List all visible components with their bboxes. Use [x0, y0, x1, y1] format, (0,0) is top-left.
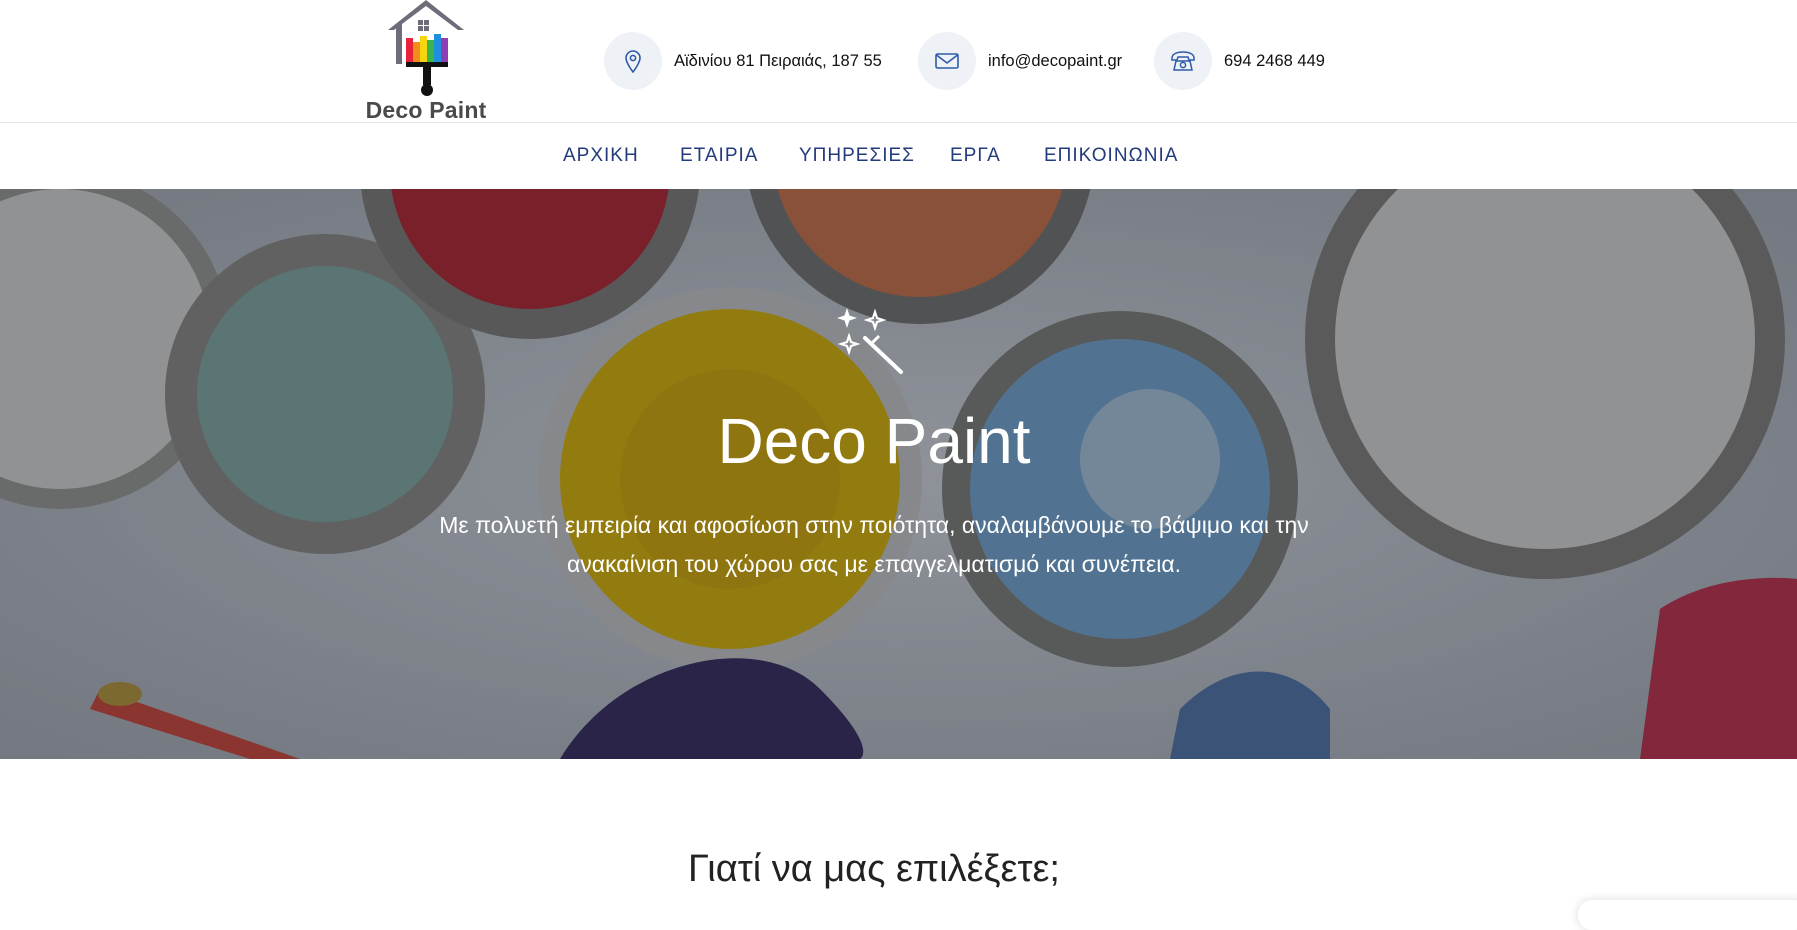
address-text: Αϊδινίου 81 Πειραιάς, 187 55 — [674, 51, 882, 70]
site-header: Deco Paint Αϊδινίου 81 Πειραιάς, 187 55 … — [0, 0, 1797, 123]
phone-text: 694 2468 449 — [1224, 51, 1325, 70]
hero-subtitle-line1: Με πολυετή εμπειρία και αφοσίωση στην πο… — [439, 512, 1309, 538]
nav-item-services[interactable]: ΥΠΗΡΕΣΙΕΣ — [799, 145, 915, 166]
hero-banner: Deco Paint Με πολυετή εμπειρία και αφοσί… — [0, 189, 1797, 759]
nav-item-projects[interactable]: ΕΡΓΑ — [950, 145, 1001, 166]
phone-contact[interactable]: 694 2468 449 — [1154, 32, 1325, 90]
logo[interactable]: Deco Paint — [364, 0, 488, 123]
why-choose-us-heading: Γιατί να μας επιλέξετε; — [688, 848, 1060, 890]
nav-item-company[interactable]: ΕΤΑΙΡΙΑ — [680, 145, 758, 166]
nav-item-home[interactable]: ΑΡΧΙΚΗ — [563, 145, 639, 166]
logo-text: Deco Paint — [365, 97, 487, 123]
address-contact[interactable]: Αϊδινίου 81 Πειραιάς, 187 55 — [604, 32, 882, 90]
location-pin-icon — [604, 32, 662, 90]
magic-wand-icon — [837, 308, 903, 374]
floating-widget[interactable] — [1578, 900, 1797, 930]
main-nav: ΑΡΧΙΚΗ ΕΤΑΙΡΙΑ ΥΠΗΡΕΣΙΕΣ ΕΡΓΑ ΕΠΙΚΟΙΝΩΝΙ… — [0, 123, 1797, 189]
hero-title: Deco Paint — [717, 405, 1031, 477]
envelope-icon — [918, 32, 976, 90]
nav-item-contact[interactable]: ΕΠΙΚΟΙΝΩΝΙΑ — [1044, 145, 1178, 166]
hero-subtitle-line2: ανακαίνιση του χώρου σας με επαγγελματισ… — [566, 551, 1182, 577]
email-contact[interactable]: info@decopaint.gr — [918, 32, 1122, 90]
logo-house-brush-icon — [388, 0, 464, 96]
telephone-icon — [1154, 32, 1212, 90]
hero-subtitle: Με πολυετή εμπειρία και αφοσίωση στην πο… — [374, 506, 1374, 584]
email-text: info@decopaint.gr — [988, 51, 1123, 70]
